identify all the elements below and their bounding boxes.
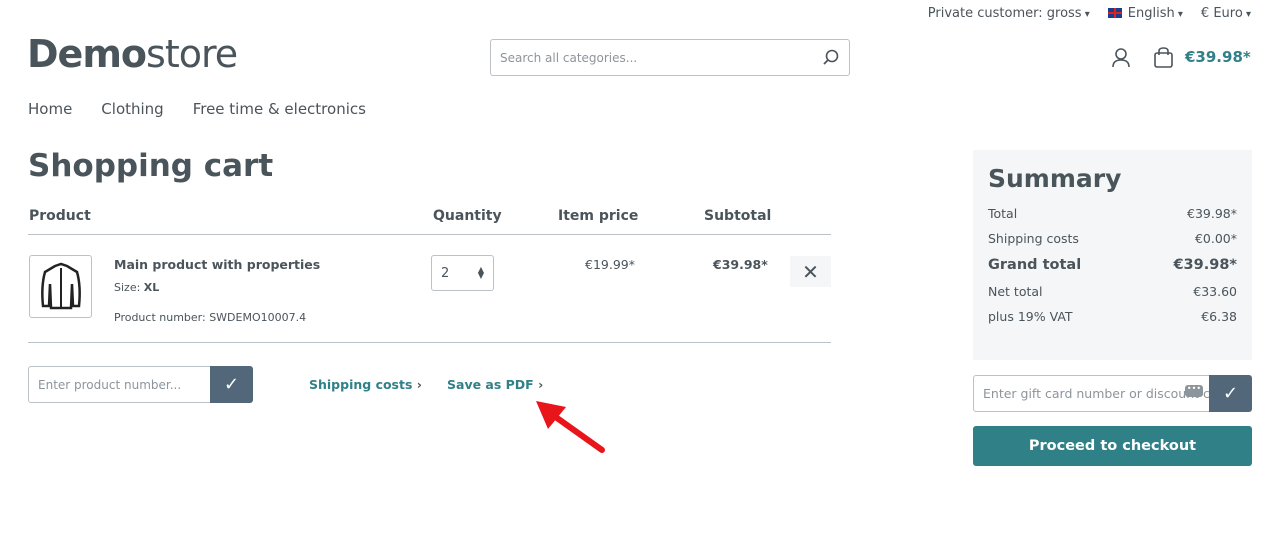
- divider: [28, 234, 831, 235]
- size-label: Size:: [114, 281, 141, 294]
- updown-icon: ▲ ▼: [477, 265, 484, 280]
- customer-type-dropdown[interactable]: Private customer: gross: [928, 6, 1090, 21]
- quantity-value: 2: [441, 265, 450, 281]
- chevron-right-icon: ›: [538, 377, 544, 392]
- row-label: Total: [988, 206, 1018, 221]
- logo-light: store: [146, 32, 238, 76]
- row-value: €39.98*: [1173, 257, 1237, 273]
- chat-bubble-icon: •••: [1185, 385, 1203, 397]
- header-cart-total[interactable]: €39.98*: [1185, 48, 1251, 66]
- col-item-price: Item price: [558, 208, 639, 224]
- logo[interactable]: Demostore: [27, 32, 238, 76]
- product-size: Size: XL: [114, 281, 159, 294]
- chevron-right-icon: ›: [416, 377, 422, 392]
- row-label: Grand total: [988, 257, 1082, 273]
- currency-dropdown[interactable]: € Euro: [1201, 6, 1251, 21]
- divider: [28, 342, 831, 343]
- quantity-select[interactable]: 2 ▲ ▼: [431, 255, 494, 291]
- col-subtotal: Subtotal: [704, 208, 772, 224]
- row-value: €6.38: [1201, 309, 1237, 324]
- annotation-arrow-icon: [536, 401, 605, 453]
- nav-free-time[interactable]: Free time & electronics: [193, 100, 366, 118]
- gift-card-placeholder: Enter gift card number or discount code.…: [983, 386, 1210, 401]
- row-value: €0.00*: [1194, 231, 1237, 246]
- language-label: English: [1128, 6, 1183, 21]
- cart-icon[interactable]: [1153, 47, 1175, 69]
- item-price: €19.99*: [585, 257, 635, 272]
- shipping-costs-label: Shipping costs: [309, 377, 413, 392]
- page-title: Shopping cart: [28, 148, 274, 184]
- row-label: Shipping costs: [988, 231, 1079, 246]
- language-dropdown[interactable]: English: [1107, 6, 1183, 21]
- product-number: Product number: SWDEMO10007.4: [114, 311, 307, 324]
- summary-row-shipping: Shipping costs €0.00*: [988, 226, 1237, 251]
- topbar: Private customer: gross English € Euro: [928, 6, 1251, 21]
- nav-clothing[interactable]: Clothing: [101, 100, 163, 118]
- shirt-icon: [40, 262, 81, 309]
- row-value: €33.60: [1193, 284, 1237, 299]
- save-as-pdf-link[interactable]: Save as PDF ›: [447, 377, 543, 392]
- gift-card-input[interactable]: Enter gift card number or discount code.…: [973, 375, 1210, 412]
- remove-item-button[interactable]: ✕: [790, 256, 831, 287]
- nav-home[interactable]: Home: [28, 100, 72, 118]
- col-product: Product: [29, 208, 91, 224]
- size-value: XL: [143, 281, 160, 294]
- search-input[interactable]: Search all categories...: [490, 39, 850, 76]
- row-label: plus 19% VAT: [988, 309, 1073, 324]
- close-icon: ✕: [802, 259, 819, 284]
- check-icon: ✓: [223, 374, 240, 395]
- summary-row-grand-total: Grand total €39.98*: [988, 251, 1237, 279]
- search-placeholder: Search all categories...: [500, 50, 638, 65]
- proceed-to-checkout-button[interactable]: Proceed to checkout: [973, 426, 1252, 466]
- main-nav: Home Clothing Free time & electronics: [28, 100, 366, 118]
- uk-flag-icon: [1107, 8, 1122, 18]
- account-icon[interactable]: [1111, 47, 1131, 69]
- save-as-pdf-label: Save as PDF: [447, 377, 534, 392]
- product-number-input[interactable]: Enter product number...: [28, 366, 211, 403]
- search-icon[interactable]: [822, 49, 840, 67]
- summary-panel: Summary Total €39.98* Shipping costs €0.00…: [973, 150, 1252, 360]
- product-number-placeholder: Enter product number...: [38, 377, 182, 392]
- add-product-button[interactable]: ✓: [210, 366, 253, 403]
- row-value: €39.98*: [1187, 206, 1237, 221]
- apply-gift-card-button[interactable]: ✓: [1209, 375, 1252, 412]
- shipping-costs-link[interactable]: Shipping costs ›: [309, 377, 422, 392]
- row-label: Net total: [988, 284, 1043, 299]
- check-icon: ✓: [1222, 383, 1239, 404]
- item-subtotal: €39.98*: [713, 257, 768, 272]
- summary-row-vat: plus 19% VAT €6.38: [988, 304, 1237, 329]
- col-quantity: Quantity: [433, 208, 502, 224]
- product-name[interactable]: Main product with properties: [114, 257, 320, 272]
- summary-row-net: Net total €33.60: [988, 279, 1237, 304]
- product-thumbnail[interactable]: [29, 255, 92, 318]
- summary-row-total: Total €39.98*: [988, 201, 1237, 226]
- logo-bold: Demo: [27, 32, 147, 76]
- summary-title: Summary: [988, 164, 1122, 193]
